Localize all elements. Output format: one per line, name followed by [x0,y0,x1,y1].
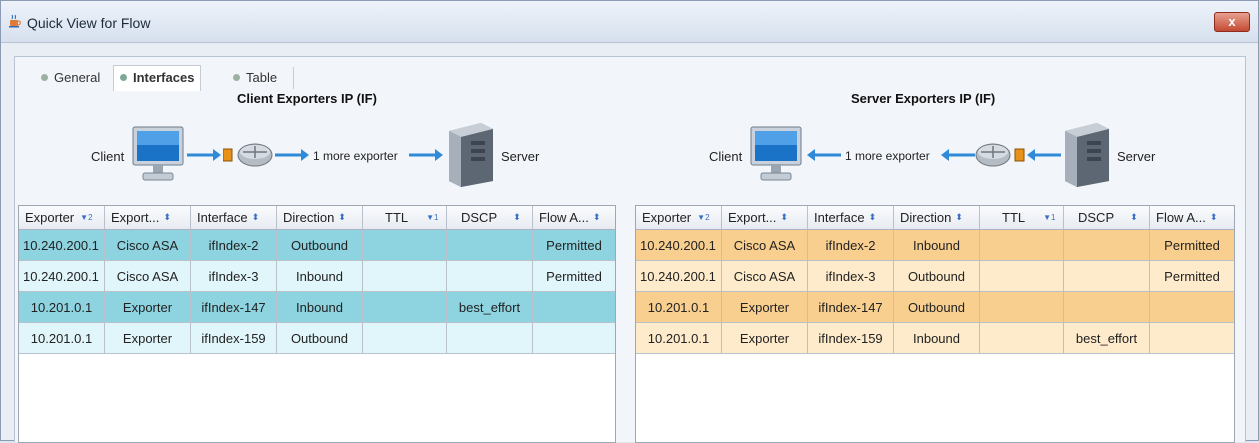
col-header-exporter[interactable]: Exporter ▼ 2 [636,206,722,229]
server-tower-icon [449,123,493,187]
col-header-direction[interactable]: Direction ⬍ [277,206,363,229]
client-exporters-table: Exporter ▼ 2 Export... ⬍ Interface ⬍ Directi… [18,205,616,443]
content-panel: General Interfaces Table Client Exporter… [14,56,1246,443]
sort-both-icon: ⬍ [1209,212,1218,222]
window-title: Quick View for Flow [27,15,151,31]
server-exporters-table: Exporter ▼ 2 Export... ⬍ Interface ⬍ Directi… [635,205,1235,443]
exporter-note: 1 more exporter [313,149,398,163]
table-row[interactable]: 10.201.0.1 Exporter ifIndex-159 Outbound [19,323,615,354]
monitor-icon [750,126,802,181]
col-header-exporter-type[interactable]: Export... ⬍ [722,206,808,229]
col-header-exporter-type[interactable]: Export... ⬍ [105,206,191,229]
sort-desc-icon: ▼ [697,213,706,222]
router-icon [223,143,273,167]
col-header-dscp[interactable]: DSCP ⬍ [447,206,533,229]
monitor-icon [132,126,184,181]
table-row[interactable]: 10.201.0.1 Exporter ifIndex-147 Outbound [636,292,1234,323]
col-header-interface[interactable]: Interface ⬍ [808,206,894,229]
sort-desc-icon: ▼ [1043,213,1052,222]
col-header-interface[interactable]: Interface ⬍ [191,206,277,229]
close-icon: x [1228,14,1236,29]
tab-divider [293,67,294,89]
server-tower-icon [1065,123,1109,187]
table-row[interactable]: 10.240.200.1 Cisco ASA ifIndex-2 Inbound… [636,230,1234,261]
client-label: Client [709,149,743,164]
col-header-dscp[interactable]: DSCP ⬍ [1064,206,1150,229]
tab-dot-icon [41,74,48,81]
tab-table[interactable]: Table [227,65,283,91]
arrow-icon [1027,149,1061,161]
col-header-direction[interactable]: Direction ⬍ [894,206,980,229]
table-row[interactable]: 10.240.200.1 Cisco ASA ifIndex-3 Inbound… [19,261,615,292]
server-label: Server [1117,149,1156,164]
java-cup-icon [9,14,21,28]
sort-both-icon: ⬍ [513,212,521,222]
arrow-icon [807,149,841,161]
close-button[interactable]: x [1214,12,1250,32]
col-header-exporter[interactable]: Exporter ▼ 2 [19,206,105,229]
col-header-flow-action[interactable]: Flow A... ⬍ [533,206,615,229]
sort-both-icon: ⬍ [780,212,788,222]
tab-interfaces[interactable]: Interfaces [113,65,202,91]
sort-both-icon: ⬍ [1130,212,1138,222]
tab-dot-icon [120,74,127,81]
router-icon [975,143,1025,167]
col-header-ttl[interactable]: TTL ▼ 1 [363,206,447,229]
server-label: Server [501,149,540,164]
client-section-title: Client Exporters IP (IF) [237,91,377,106]
tab-dot-icon [233,74,240,81]
sort-desc-icon: ▼ [80,213,89,222]
sort-both-icon: ⬍ [955,212,963,222]
arrow-icon [409,149,443,161]
sort-desc-icon: ▼ [426,213,435,222]
sort-both-icon: ⬍ [338,212,346,222]
arrow-icon [187,149,221,161]
table-header: Exporter ▼ 2 Export... ⬍ Interface ⬍ Directi… [636,206,1234,230]
server-section-title: Server Exporters IP (IF) [851,91,996,106]
tab-general[interactable]: General [35,65,106,91]
table-row[interactable]: 10.201.0.1 Exporter ifIndex-159 Inbound … [636,323,1234,354]
quick-view-window: Quick View for Flow x General Interfaces… [0,0,1259,443]
table-header: Exporter ▼ 2 Export... ⬍ Interface ⬍ Directi… [19,206,615,230]
client-label: Client [91,149,125,164]
sort-both-icon: ⬍ [592,212,601,222]
title-bar[interactable]: Quick View for Flow x [1,1,1258,43]
arrow-icon [941,149,975,161]
table-row[interactable]: 10.240.200.1 Cisco ASA ifIndex-3 Outboun… [636,261,1234,292]
table-row[interactable]: 10.240.200.1 Cisco ASA ifIndex-2 Outboun… [19,230,615,261]
sort-both-icon: ⬍ [251,212,260,222]
sort-both-icon: ⬍ [163,212,171,222]
table-row[interactable]: 10.201.0.1 Exporter ifIndex-147 Inbound … [19,292,615,323]
arrow-icon [275,149,309,161]
exporter-note: 1 more exporter [845,149,930,163]
col-header-ttl[interactable]: TTL ▼ 1 [980,206,1064,229]
sort-both-icon: ⬍ [868,212,877,222]
col-header-flow-action[interactable]: Flow A... ⬍ [1150,206,1234,229]
